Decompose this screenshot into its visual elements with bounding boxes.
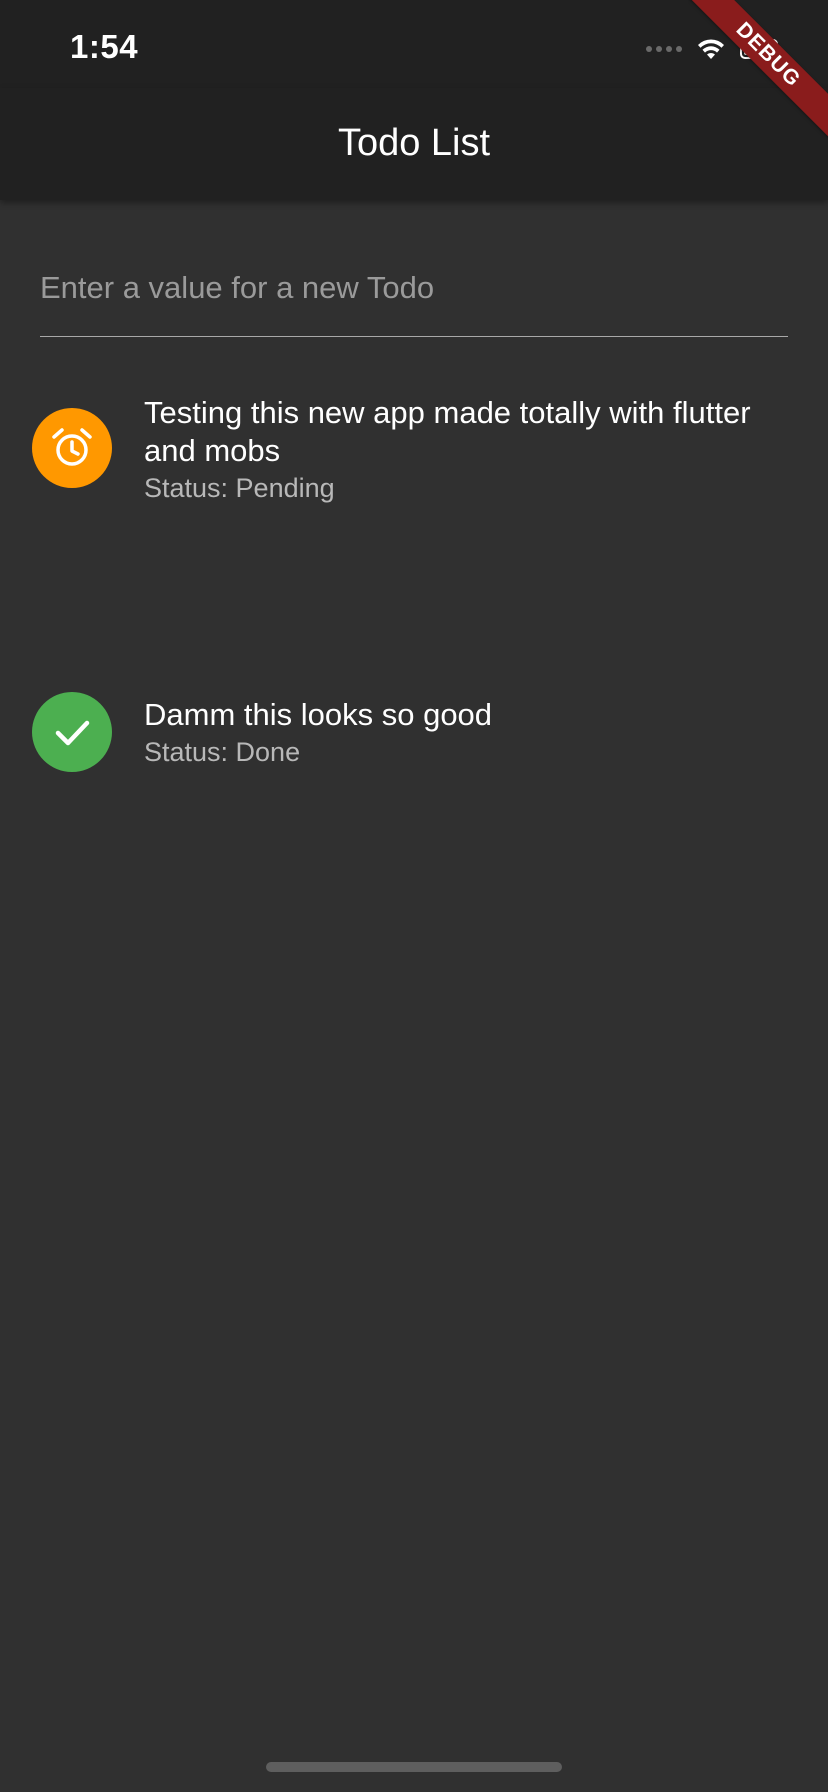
todo-title: Testing this new app made totally with f… xyxy=(144,395,751,468)
status-avatar xyxy=(32,408,112,488)
todo-title: Damm this looks so good xyxy=(144,697,493,732)
status-bar: 1:54 xyxy=(0,0,828,88)
todo-item-pending[interactable]: Testing this new app made totally with f… xyxy=(0,380,828,520)
todo-item-text: Damm this looks so good Status: Done xyxy=(144,696,792,770)
todo-status: Status: Done xyxy=(144,737,301,767)
wifi-icon xyxy=(698,39,724,59)
todo-status: Status: Pending xyxy=(144,473,335,503)
cellular-signal-icon xyxy=(646,46,682,52)
todo-list: Testing this new app made totally with f… xyxy=(0,380,828,772)
todo-item-done[interactable]: Damm this looks so good Status: Done xyxy=(0,520,828,772)
status-indicators xyxy=(646,34,781,64)
status-time: 1:54 xyxy=(70,28,139,65)
app-bar: Todo List xyxy=(0,88,828,200)
alarm-clock-icon xyxy=(52,428,92,466)
new-todo-input[interactable] xyxy=(40,262,788,306)
todo-item-text: Testing this new app made totally with f… xyxy=(144,394,792,506)
battery-icon xyxy=(740,39,781,59)
home-indicator[interactable] xyxy=(266,1762,562,1772)
new-todo-field[interactable] xyxy=(40,262,788,337)
checkmark-icon xyxy=(55,720,90,746)
status-avatar xyxy=(32,692,112,772)
page-title: Todo List xyxy=(337,122,491,164)
